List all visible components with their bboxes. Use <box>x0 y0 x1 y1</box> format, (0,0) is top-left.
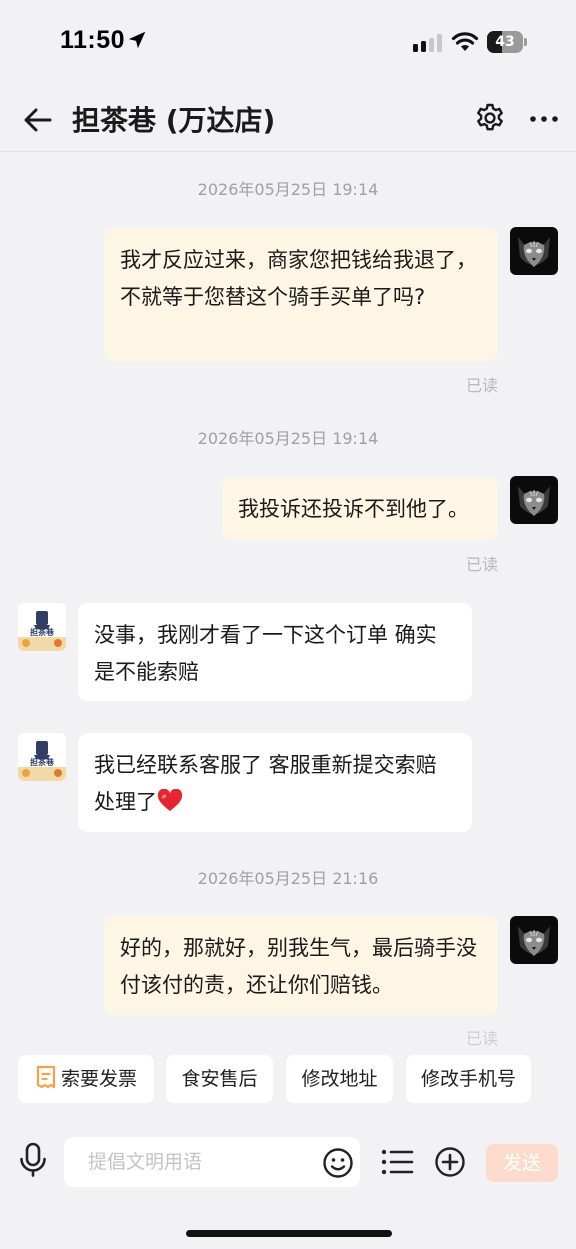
status-bar: 11:50 43 <box>0 0 576 88</box>
message-timestamp: 2026年05月25日 19:14 <box>197 180 379 199</box>
user-avatar[interactable] <box>510 227 558 275</box>
read-receipt: 已读 <box>465 376 498 395</box>
conversation-title: 担茶巷 (万达店) <box>72 104 276 137</box>
chip-label: 修改手机号 <box>420 1068 516 1090</box>
incoming-message-bubble[interactable]: 没事，我刚才看了一下这个订单 确实是不能索赔 <box>78 603 472 701</box>
microphone-icon[interactable] <box>18 1142 48 1178</box>
settings-gear-icon[interactable] <box>474 102 506 134</box>
status-time: 11:50 <box>60 26 126 54</box>
back-arrow-icon[interactable] <box>22 105 54 135</box>
chip-label: 索要发票 <box>60 1068 137 1090</box>
emoji-icon[interactable] <box>322 1147 354 1179</box>
battery-icon: 43 <box>487 31 527 53</box>
quick-action-modify-address[interactable]: 修改地址 <box>286 1055 393 1103</box>
user-avatar[interactable] <box>510 476 558 524</box>
home-indicator[interactable] <box>186 1230 392 1237</box>
quick-action-request-invoice[interactable]: 索要发票 <box>18 1055 154 1103</box>
read-receipt: 已读 <box>465 1029 498 1048</box>
outgoing-message-bubble[interactable]: 好的，那就好，别我生气，最后骑手没付该付的责，还让你们赔钱。 <box>104 916 498 1015</box>
shop-logo: 担茶巷 <box>18 603 66 651</box>
chip-label: 食安售后 <box>181 1068 258 1090</box>
more-options-icon[interactable] <box>528 108 560 130</box>
read-receipt: 已读 <box>465 555 498 574</box>
avatar-image <box>510 476 558 524</box>
svg-text:担茶巷: 担茶巷 <box>30 757 55 767</box>
wifi-icon <box>451 32 479 51</box>
add-plus-icon[interactable] <box>434 1146 466 1178</box>
shop-avatar[interactable]: 担茶巷 <box>18 603 66 651</box>
outgoing-message-bubble[interactable]: 我才反应过来，商家您把钱给我退了，不就等于您替这个骑手买单了吗? <box>104 228 498 361</box>
incoming-message-text: 我已经联系客服了 客服重新提交索赔处理了 <box>94 753 437 814</box>
quick-action-food-safety[interactable]: 食安售后 <box>166 1055 273 1103</box>
avatar-image <box>510 916 558 964</box>
incoming-message-bubble[interactable]: 我已经联系客服了 客服重新提交索赔处理了 <box>78 733 472 832</box>
avatar-image <box>510 227 558 275</box>
message-input-bar: 发送 <box>0 1122 576 1202</box>
cellular-signal-icon <box>413 34 442 52</box>
chip-label: 修改地址 <box>301 1068 378 1090</box>
red-heart-emoji-icon <box>157 789 183 811</box>
location-arrow-icon <box>128 31 146 49</box>
message-timestamp: 2026年05月25日 21:16 <box>197 869 379 888</box>
svg-text:担茶巷: 担茶巷 <box>30 627 55 637</box>
message-text-input[interactable] <box>64 1137 360 1187</box>
message-timestamp: 2026年05月25日 19:14 <box>197 429 379 448</box>
quick-action-modify-phone[interactable]: 修改手机号 <box>406 1055 531 1103</box>
outgoing-message-bubble[interactable]: 我投诉还投诉不到他了。 <box>222 477 498 540</box>
send-button[interactable]: 发送 <box>486 1144 558 1182</box>
invoice-icon <box>36 1065 56 1089</box>
shop-avatar[interactable]: 担茶巷 <box>18 733 66 781</box>
user-avatar[interactable] <box>510 916 558 964</box>
chat-screen: 11:50 43 担茶巷 (万达店) 2026年05月25日 19:14 我才反… <box>0 0 576 1249</box>
battery-percentage: 43 <box>495 34 515 50</box>
shop-logo: 担茶巷 <box>18 733 66 781</box>
list-menu-icon[interactable] <box>380 1147 414 1177</box>
navigation-bar: 担茶巷 (万达店) <box>0 88 576 152</box>
